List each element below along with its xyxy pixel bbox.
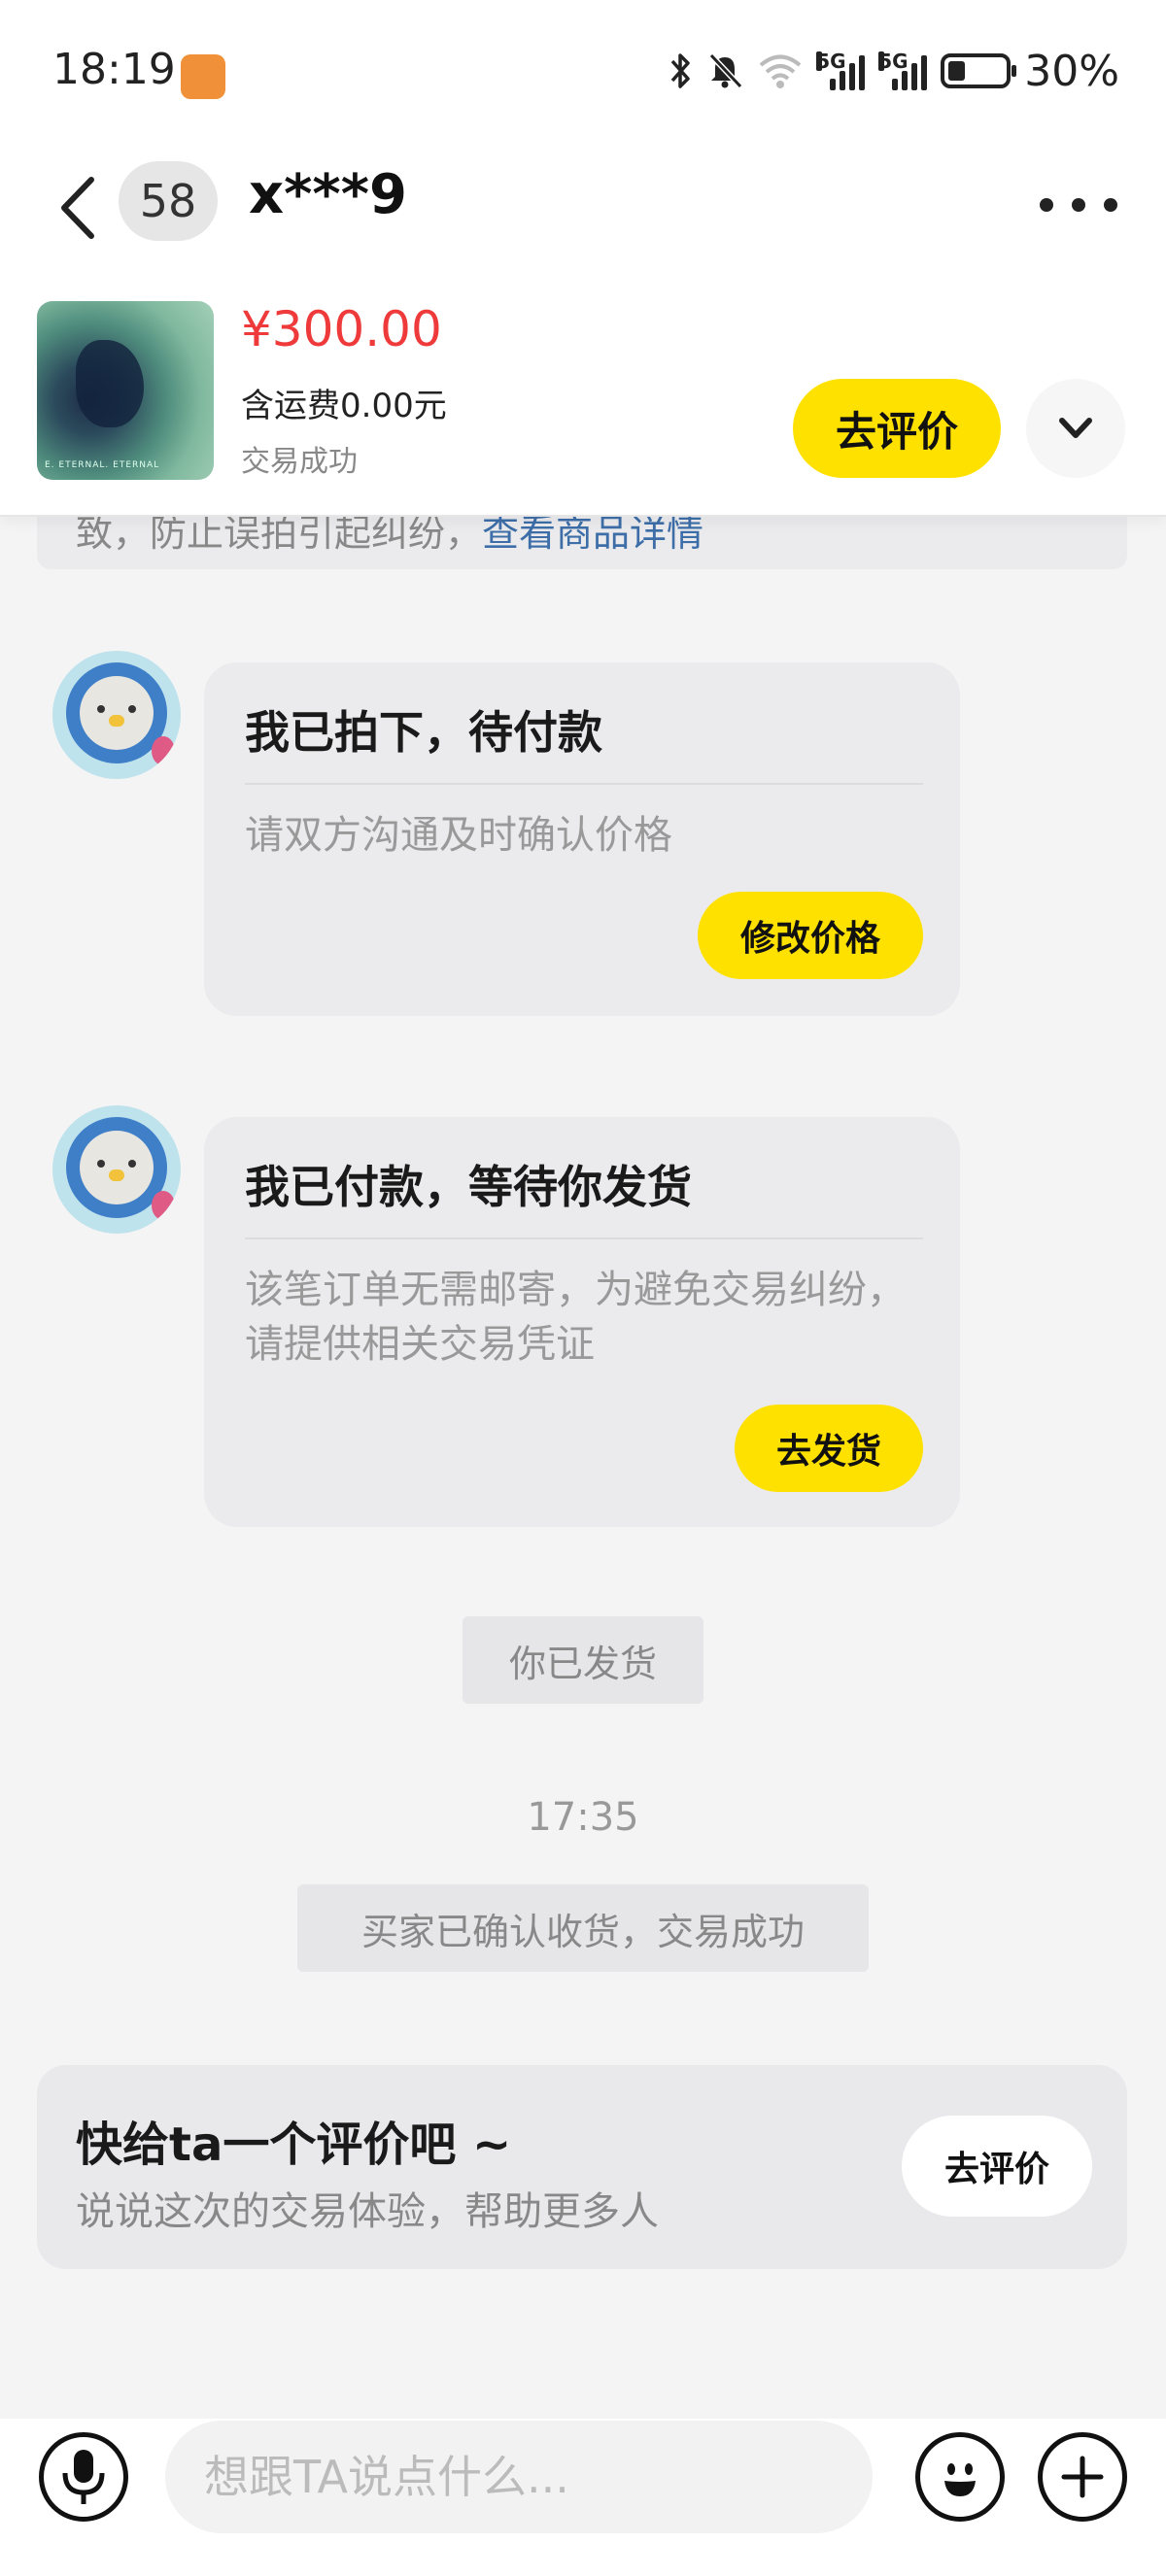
review-prompt-title: 快给ta一个评价吧 ~ [76,2118,512,2172]
view-product-details-link[interactable]: 查看商品详情 [482,512,703,555]
emoji-icon [944,2463,976,2496]
card-divider [245,1237,923,1239]
buyer-avatar[interactable] [52,1105,181,1234]
modify-price-button[interactable]: 修改价格 [698,892,923,979]
chat-message-list[interactable]: 致，防止误拍引起纠纷，查看商品详情 我已拍下，待付款 请双方沟通及时确认价格 修… [0,291,1166,2419]
more-options-button[interactable] [1040,181,1117,229]
back-button[interactable] [49,169,107,247]
battery-fill [948,61,966,81]
mute-bell-icon [709,52,743,89]
buyer-avatar[interactable] [52,651,181,779]
more-actions-button[interactable] [1038,2432,1127,2522]
notice-text: 致，防止误拍引起纠纷， [76,512,483,555]
expand-button[interactable] [1026,379,1125,478]
system-message-shipped: 你已发货 [463,1616,703,1704]
chat-title: x***9 [249,163,407,226]
chevron-down-icon [1059,418,1092,438]
emoji-button[interactable] [915,2432,1005,2522]
app-notification-icon [181,54,225,99]
card-divider [245,783,923,785]
review-button[interactable]: 去评价 [793,379,1001,478]
message-timestamp: 17:35 [527,1795,639,1840]
thumbnail-caption: E. ETERNAL. ETERNAL [45,460,160,470]
system-message-trade-success: 买家已确认收货，交易成功 [297,1884,869,1972]
battery-icon [941,53,1017,88]
status-bar: 18:19 5G 5G 30% [0,0,1166,146]
more-dots-icon [1040,198,1053,212]
chevron-left-icon [61,177,94,239]
unread-count-badge[interactable]: 58 [119,161,218,241]
signal-strength-icon-1: 5G [816,50,866,90]
plus-icon [1061,2456,1104,2498]
review-prompt-button[interactable]: 去评价 [902,2116,1092,2217]
shipping-fee: 含运费0.00元 [241,387,447,425]
trade-status: 交易成功 [241,445,358,479]
voice-input-button[interactable] [39,2432,128,2522]
microphone-icon [62,2450,105,2504]
chat-header: 58 x***9 [0,146,1166,291]
network-type-label: 5G [816,50,846,73]
status-time: 18:19 [52,45,176,94]
status-icons: 5G 5G 30% [669,46,1119,96]
signal-strength-icon-2: 5G [878,50,928,90]
review-prompt-subtitle: 说说这次的交易体验，帮助更多人 [76,2189,659,2234]
review-prompt-card: 快给ta一个评价吧 ~ 说说这次的交易体验，帮助更多人 去评价 [37,2065,1127,2269]
message-input[interactable] [165,2421,873,2533]
network-type-label: 5G [878,50,909,73]
wifi-icon [759,54,802,88]
card-description: 请双方沟通及时确认价格 [245,813,672,858]
card-description: 该笔订单无需邮寄，为避免交易纠纷，请提供相关交易凭证 [245,1268,906,1367]
message-input-bar [0,2419,1166,2576]
card-title: 我已付款，等待你发货 [245,1161,692,1213]
product-summary-bar: E. ETERNAL. ETERNAL ¥300.00 含运费0.00元 交易成… [0,291,1166,517]
order-status-card: 我已拍下，待付款 请双方沟通及时确认价格 修改价格 [204,662,960,1016]
ship-goods-button[interactable]: 去发货 [735,1405,923,1492]
battery-percent: 30% [1024,46,1119,96]
product-price: ¥300.00 [241,301,442,357]
card-title: 我已拍下，待付款 [245,706,602,759]
product-thumbnail[interactable]: E. ETERNAL. ETERNAL [37,301,214,480]
order-status-card: 我已付款，等待你发货 该笔订单无需邮寄，为避免交易纠纷，请提供相关交易凭证 去发… [204,1117,960,1527]
bluetooth-icon [670,53,690,88]
